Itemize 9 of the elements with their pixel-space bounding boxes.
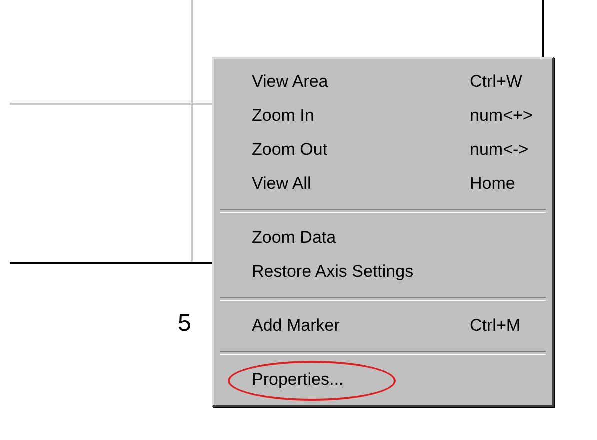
menu-item[interactable]: Add Marker Ctrl+M <box>214 309 552 343</box>
axis-tick-label: 5 <box>178 310 192 338</box>
menu-item[interactable]: Zoom Data <box>214 221 552 255</box>
menu-item[interactable]: Zoom Out num<-> <box>214 133 552 167</box>
menu-item[interactable]: View Area Ctrl+W <box>214 65 552 99</box>
menu-item[interactable]: Restore Axis Settings <box>214 255 552 289</box>
menu-item[interactable]: View All Home <box>214 167 552 201</box>
menu-item[interactable]: Zoom In num<+> <box>214 99 552 133</box>
menu-item[interactable]: Properties... <box>214 363 552 397</box>
